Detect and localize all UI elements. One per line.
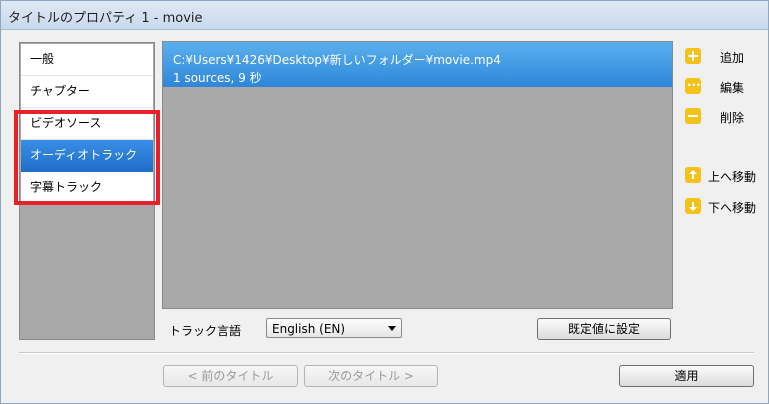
divider — [19, 352, 754, 354]
plus-icon — [685, 48, 701, 64]
track-language-value: English (EN) — [272, 322, 346, 336]
window-title: タイトルのプロパティ 1 - movie — [8, 11, 203, 26]
category-item-general[interactable]: 一般 — [21, 44, 153, 76]
track-language-label: トラック言語 — [169, 324, 242, 338]
title-bar: タイトルのプロパティ 1 - movie — [1, 1, 768, 30]
edit-label: 編集 — [720, 81, 745, 95]
move-up-button[interactable]: 上へ移動 — [685, 166, 761, 186]
dialog-content: 一般 チャプター ビデオソース オーディオトラック 字幕トラック C:¥User… — [2, 30, 767, 403]
ellipsis-icon — [685, 75, 701, 94]
next-title-button[interactable]: 次のタイトル > — [304, 365, 438, 387]
source-list-item[interactable]: C:¥Users¥1426¥Desktop¥新しいフォルダー¥movie.mp4… — [163, 42, 672, 87]
move-down-button[interactable]: 下へ移動 — [685, 197, 761, 217]
chevron-down-icon — [388, 326, 396, 331]
track-language-select[interactable]: English (EN) — [266, 318, 402, 338]
add-button[interactable]: 追加 — [685, 47, 755, 67]
set-default-button[interactable]: 既定値に設定 — [537, 318, 671, 340]
minus-icon — [685, 108, 701, 124]
source-list[interactable]: C:¥Users¥1426¥Desktop¥新しいフォルダー¥movie.mp4… — [162, 41, 673, 309]
delete-label: 削除 — [720, 111, 745, 125]
category-item-chapters[interactable]: チャプター — [21, 76, 153, 108]
source-info: 1 sources, 9 秒 — [173, 71, 262, 85]
add-label: 追加 — [720, 51, 745, 65]
move-down-label: 下へ移動 — [708, 201, 757, 215]
source-path: C:¥Users¥1426¥Desktop¥新しいフォルダー¥movie.mp4 — [173, 53, 501, 67]
edit-button[interactable]: 編集 — [685, 75, 755, 97]
move-up-label: 上へ移動 — [708, 170, 757, 184]
annotation-highlight-box — [14, 110, 160, 205]
arrow-up-icon — [685, 167, 701, 183]
arrow-down-icon — [685, 198, 701, 214]
apply-button[interactable]: 適用 — [619, 365, 754, 387]
properties-dialog: タイトルのプロパティ 1 - movie 一般 チャプター ビデオソース オーデ… — [0, 0, 769, 404]
delete-button[interactable]: 削除 — [685, 107, 755, 127]
previous-title-button[interactable]: < 前のタイトル — [163, 365, 298, 387]
